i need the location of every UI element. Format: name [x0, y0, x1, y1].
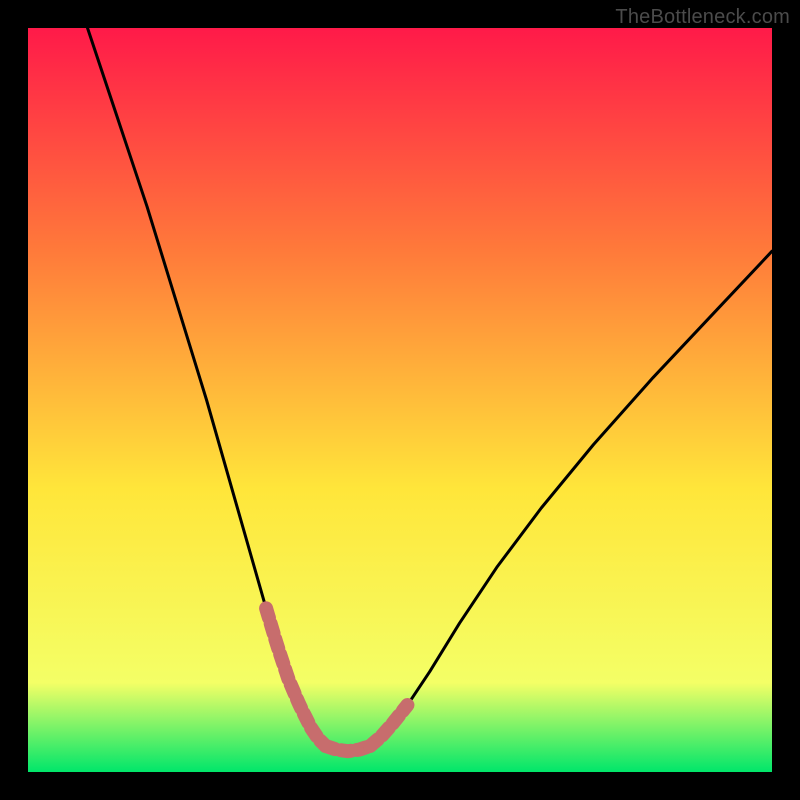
chart-frame — [28, 28, 772, 772]
chart-svg — [28, 28, 772, 772]
watermark-text: TheBottleneck.com — [615, 6, 790, 29]
gradient-bg — [28, 28, 772, 772]
